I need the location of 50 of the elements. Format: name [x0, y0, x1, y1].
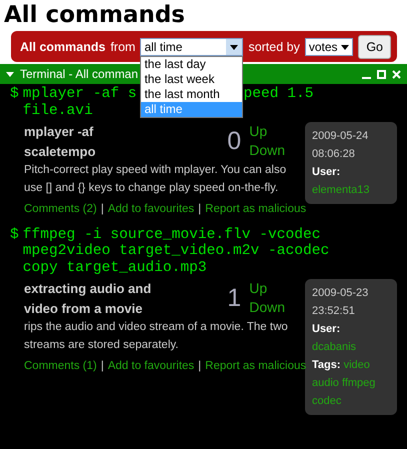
command-summary: extracting audio and video from a movie	[24, 280, 152, 318]
prompt-sign: $	[10, 86, 19, 104]
username-link[interactable]: elementa13	[312, 184, 370, 196]
command-summary: mplayer -af scaletempo	[24, 123, 97, 161]
vote-count: 0	[227, 126, 242, 157]
vote-down-link[interactable]: Down	[249, 141, 285, 160]
filter-label: All commands	[20, 40, 106, 54]
action-link[interactable]: Comments (2)	[24, 203, 97, 215]
page-title: All commands	[4, 1, 185, 30]
tag-link[interactable]: video	[344, 359, 370, 371]
action-link[interactable]: Add to favourites	[108, 360, 194, 372]
action-link[interactable]: Report as malicious	[205, 203, 306, 215]
date-text: 2009-05-23	[312, 286, 370, 301]
command-text: ffmpeg -i source_movie.flv -vcodec mpeg2video target_video.m2v -acodec copy target_audio.mp3	[22, 226, 330, 276]
command-text: mplayer -af s	[22, 86, 137, 102]
collapse-triangle-icon[interactable]	[6, 70, 14, 78]
link-separator: |	[100, 360, 104, 372]
period-select[interactable]: all time	[140, 38, 244, 56]
action-link[interactable]: Add to favourites	[108, 203, 194, 215]
maximize-icon[interactable]	[377, 70, 386, 78]
tag-link[interactable]: ffmpeg	[342, 377, 376, 389]
time-text: 23:52:51	[312, 304, 356, 319]
action-link[interactable]: Comments (1)	[24, 360, 97, 372]
link-separator: |	[198, 360, 202, 372]
vote-up-link[interactable]: Up	[249, 279, 285, 298]
tag-link[interactable]: codec	[312, 395, 342, 407]
link-separator: |	[198, 203, 202, 215]
time-text: 08:06:28	[312, 147, 356, 162]
sort-select[interactable]: votes	[304, 38, 354, 56]
tag-link[interactable]: audio	[312, 377, 339, 389]
user-label: User:	[312, 323, 340, 335]
from-label: from	[110, 40, 136, 54]
user-label: User:	[312, 166, 340, 178]
command-text: file.avi	[22, 102, 93, 119]
prompt-sign: $	[10, 226, 19, 244]
sorted-by-label: sorted by	[248, 40, 300, 54]
terminal-title: Terminal - All comman	[20, 67, 138, 81]
command-description: rips the audio and video stream of a movie. The two streams are stored separately.	[24, 320, 289, 352]
command-description: Pitch-correct play speed with mplayer. You can also use [] and {} keys to change play speed on-the-fly.	[24, 163, 288, 196]
link-separator: |	[100, 203, 104, 215]
vote-down-link[interactable]: Down	[249, 298, 285, 317]
command-text: peed 1.5	[243, 86, 314, 102]
date-text: 2009-05-24	[312, 129, 370, 144]
close-icon[interactable]	[392, 70, 401, 78]
vote-count: 1	[227, 283, 242, 314]
username-link[interactable]: dcabanis	[312, 341, 356, 353]
action-link[interactable]: Report as malicious	[205, 360, 306, 372]
vote-up-link[interactable]: Up	[249, 122, 285, 141]
tags-label: Tags:	[312, 359, 341, 371]
go-button[interactable]: Go	[358, 34, 391, 58]
